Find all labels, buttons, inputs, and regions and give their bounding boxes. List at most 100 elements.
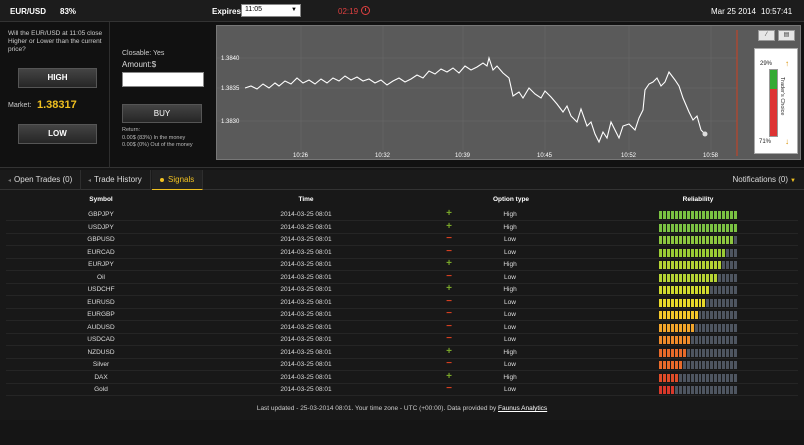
reliability-segment xyxy=(670,298,674,307)
expires-label: Expires: xyxy=(212,7,244,16)
expires-select[interactable]: 11:05 ▼ xyxy=(241,4,301,17)
reliability-segment xyxy=(734,286,738,294)
reliability-segment xyxy=(726,273,730,282)
reliability-segment xyxy=(714,336,718,344)
table-row[interactable]: GBPUSD 2014-03-25 08:01 − Low xyxy=(6,233,798,246)
return-info: Return: 0.00$ (83%) In the money 0.00$ (… xyxy=(122,127,193,150)
reliability-segment xyxy=(659,236,662,244)
reliability-segment xyxy=(722,373,726,382)
reliability-segment xyxy=(659,386,662,394)
line-chart-icon[interactable]: ⁄ xyxy=(758,30,775,41)
tab-signals-label: Signals xyxy=(168,175,195,184)
current-price-marker xyxy=(702,131,708,137)
minus-icon: − xyxy=(446,245,452,257)
signal-option-type: High xyxy=(503,261,517,268)
high-button[interactable]: HIGH xyxy=(18,68,97,88)
reliability-segment xyxy=(734,336,738,344)
table-row[interactable]: NZDUSD 2014-03-25 08:01 + High xyxy=(6,346,798,359)
signal-time: 2014-03-25 08:01 xyxy=(280,373,332,381)
reliability-segment xyxy=(678,311,682,319)
reliability-segment xyxy=(678,236,682,244)
reliability-segment xyxy=(714,348,718,357)
minus-icon: − xyxy=(446,333,452,344)
signals-table-header: Symbol Time Option type Reliability xyxy=(6,194,798,205)
table-row[interactable]: EURCAD 2014-03-25 08:01 − Low xyxy=(6,246,798,259)
reliability-segment xyxy=(730,361,734,369)
table-row[interactable]: USDCHF 2014-03-25 08:01 + High xyxy=(6,283,798,296)
reliability-segment xyxy=(706,298,710,307)
reliability-segment xyxy=(686,361,690,369)
reliability-segment xyxy=(726,348,730,357)
table-row[interactable]: EURUSD 2014-03-25 08:01 − Low xyxy=(6,296,798,309)
reliability-segment xyxy=(698,348,702,357)
table-row[interactable]: USDCAD 2014-03-25 08:01 − Low xyxy=(6,333,798,346)
table-row[interactable]: Oil 2014-03-25 08:01 − Low xyxy=(6,271,798,284)
reliability-segment xyxy=(682,248,686,257)
reliability-segment xyxy=(714,373,718,382)
tab-signals[interactable]: Signals xyxy=(152,170,204,190)
reliability-segment xyxy=(710,248,714,257)
direction-column: Will the EUR/USD at 11:05 close Higher o… xyxy=(0,22,110,168)
reliability-segment xyxy=(670,311,674,319)
table-row[interactable]: USDJPY 2014-03-25 08:01 + High xyxy=(6,221,798,234)
reliability-segment xyxy=(722,323,726,332)
reliability-segment xyxy=(706,211,710,219)
signal-symbol: GBPUSD xyxy=(87,236,115,243)
reliability-segment xyxy=(730,261,734,269)
reliability-segment xyxy=(726,298,730,307)
plus-icon: + xyxy=(446,345,452,357)
reliability-segment xyxy=(722,298,726,307)
reliability-segment xyxy=(730,348,734,357)
x-tick-label: 10:39 xyxy=(455,153,471,159)
signal-time: 2014-03-25 08:01 xyxy=(280,348,332,356)
header-time: Time xyxy=(298,196,314,203)
reliability-segment xyxy=(690,298,694,307)
reliability-segment xyxy=(682,386,686,394)
table-row[interactable]: AUDUSD 2014-03-25 08:01 − Low xyxy=(6,321,798,334)
reliability-segment xyxy=(686,261,690,269)
tab-open-trades[interactable]: ◂ Open Trades (0) xyxy=(0,170,82,190)
table-row[interactable]: EURGBP 2014-03-25 08:01 − Low xyxy=(6,308,798,321)
signal-time: 2014-03-25 08:01 xyxy=(280,261,332,268)
table-row[interactable]: Silver 2014-03-25 08:01 − Low xyxy=(6,358,798,371)
footer-link[interactable]: Faunus Analytics xyxy=(498,405,547,412)
reliability-segment xyxy=(659,373,662,382)
reliability-segment xyxy=(702,336,706,344)
table-row[interactable]: Gold 2014-03-25 08:01 − Low xyxy=(6,383,798,396)
reliability-segment xyxy=(698,361,702,369)
reliability-segment xyxy=(698,386,702,394)
reliability-segment xyxy=(698,261,702,269)
reliability-segment xyxy=(670,261,674,269)
reliability-segment xyxy=(674,373,678,382)
reliability-segment xyxy=(698,286,702,294)
x-tick-label: 10:52 xyxy=(621,153,637,159)
notifications-button[interactable]: Notifications (0) ▼ xyxy=(732,170,796,190)
reliability-segment xyxy=(706,373,710,382)
reliability-segment xyxy=(670,336,674,344)
amount-column: Closable: Yes Amount:$ BUY Return: 0.00$… xyxy=(112,22,214,168)
active-dot-icon xyxy=(160,177,164,182)
table-row[interactable]: GBPJPY 2014-03-25 08:01 + High xyxy=(6,208,798,221)
buy-button[interactable]: BUY xyxy=(122,104,202,123)
amount-input[interactable] xyxy=(122,72,204,87)
reliability-segment xyxy=(718,311,722,319)
return-label: Return: xyxy=(122,127,141,133)
asset-name: EUR/USD xyxy=(10,7,47,16)
y-tick-label: 1.3830 xyxy=(221,119,240,125)
reliability-segment xyxy=(722,336,726,344)
x-axis-labels: 10:26 10:32 10:39 10:45 10:52 10:58 xyxy=(293,153,719,159)
candle-chart-icon[interactable]: ▤ xyxy=(778,30,795,41)
reliability-segment xyxy=(710,386,714,394)
reliability-segment xyxy=(698,323,702,332)
low-button[interactable]: LOW xyxy=(18,124,97,144)
header-option-type: Option type xyxy=(492,196,530,203)
reliability-segment xyxy=(686,323,690,332)
signal-symbol: EURCAD xyxy=(87,248,115,256)
price-chart[interactable]: 1.3840 1.3835 1.3830 10:26 10:32 10:39 10:45 1… xyxy=(216,25,801,160)
reliability-segment xyxy=(726,223,730,232)
reliability-segment xyxy=(714,311,718,319)
reliability-segment xyxy=(710,298,714,307)
tab-trade-history[interactable]: ◂ Trade History xyxy=(80,170,151,190)
table-row[interactable]: DAX 2014-03-25 08:01 + High xyxy=(6,371,798,384)
table-row[interactable]: EURJPY 2014-03-25 08:01 + High xyxy=(6,258,798,271)
